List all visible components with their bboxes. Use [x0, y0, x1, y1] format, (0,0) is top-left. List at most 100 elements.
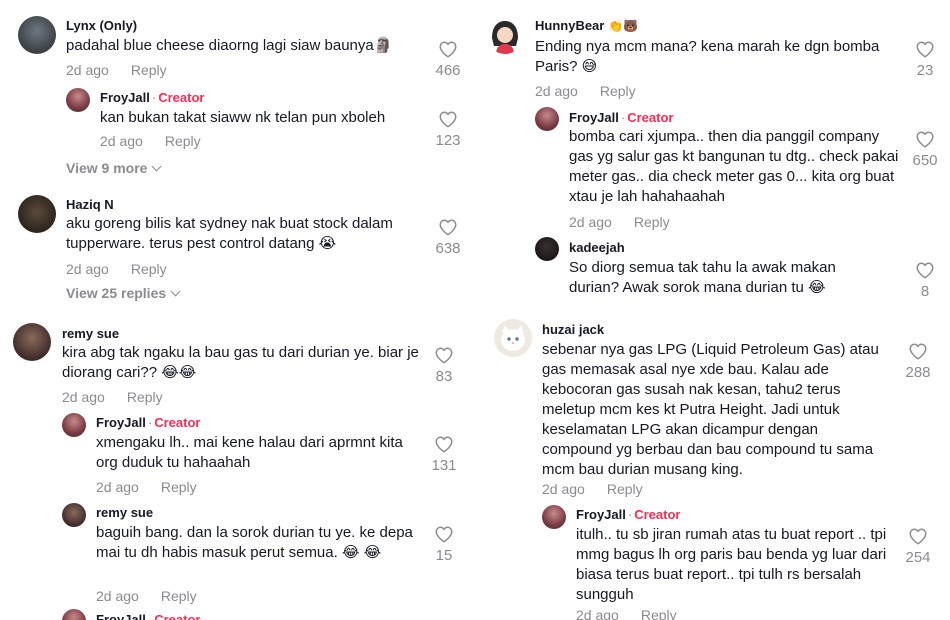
like-control[interactable]: 83: [424, 346, 464, 385]
reply-button[interactable]: Reply: [131, 62, 167, 78]
heart-icon[interactable]: [915, 261, 935, 279]
view-more-label[interactable]: View 25 replies: [66, 285, 166, 301]
heart-icon[interactable]: [908, 342, 928, 360]
reply-meta: 2d ago Reply: [96, 479, 197, 495]
like-control[interactable]: 638: [428, 218, 468, 257]
comment-username[interactable]: remy sue: [62, 326, 119, 341]
comment-author[interactable]: HunnyBear: [535, 18, 604, 33]
reply-button[interactable]: Reply: [634, 214, 670, 230]
like-control[interactable]: 15: [424, 525, 464, 564]
avatar[interactable]: [18, 195, 56, 233]
reply-button[interactable]: Reply: [600, 83, 636, 99]
avatar[interactable]: [62, 503, 86, 527]
comment-username[interactable]: HunnyBear 👏🐻: [535, 18, 638, 33]
reply-author[interactable]: FroyJall: [100, 90, 150, 105]
avatar[interactable]: [486, 16, 524, 54]
creator-badge: Creator: [158, 90, 205, 105]
reply-button[interactable]: Reply: [161, 479, 197, 495]
reply-author[interactable]: FroyJall: [576, 507, 626, 522]
like-count: 466: [435, 62, 461, 79]
chevron-down-icon: [170, 286, 181, 297]
comment-text: Ending nya mcm mana? kena marah ke dgn b…: [535, 38, 880, 75]
reply-text: xmengaku lh.. mai kene halau dari aprmnt…: [96, 434, 403, 471]
reply-author[interactable]: FroyJall: [96, 612, 146, 620]
reply-text: bomba cari xjumpa.. then dia panggil com…: [569, 128, 899, 205]
comment-meta: 2d ago Reply: [66, 261, 167, 277]
comment-username[interactable]: Haziq N: [66, 197, 114, 212]
avatar[interactable]: [542, 505, 566, 529]
comment-time: 2d ago: [62, 389, 105, 405]
like-control[interactable]: 131: [424, 435, 464, 474]
reply-username[interactable]: FroyJall · Creator: [96, 612, 200, 620]
reply-meta: 2d ago Reply: [100, 133, 201, 149]
comment-text: padahal blue cheese diaorng lagi siaw ba…: [66, 37, 393, 54]
reply-username[interactable]: FroyJall · Creator: [96, 415, 200, 430]
creator-badge: Creator: [634, 507, 681, 522]
avatar[interactable]: [18, 16, 56, 54]
reply-button[interactable]: Reply: [161, 588, 197, 604]
like-count: 638: [435, 240, 461, 257]
like-control[interactable]: 466: [428, 40, 468, 79]
reply-text: baguih bang. dan la sorok durian tu ye. …: [96, 524, 413, 561]
like-control[interactable]: 254: [898, 527, 938, 566]
heart-icon[interactable]: [915, 130, 935, 148]
like-count: 23: [916, 62, 934, 79]
heart-icon[interactable]: [434, 346, 454, 364]
reply-username[interactable]: FroyJall · Creator: [100, 90, 204, 105]
heart-icon[interactable]: [438, 40, 458, 58]
avatar[interactable]: [494, 319, 532, 357]
like-control[interactable]: 8: [905, 261, 945, 300]
reply-username[interactable]: FroyJall · Creator: [576, 507, 680, 522]
avatar[interactable]: [535, 237, 559, 261]
reply-username[interactable]: kadeejah: [569, 240, 625, 255]
reply-button[interactable]: Reply: [641, 607, 677, 620]
comment-username[interactable]: huzai jack: [542, 322, 604, 337]
left-comment-column: Lynx (Only) padahal blue cheese diaorng …: [0, 0, 478, 620]
creator-badge: Creator: [154, 612, 201, 620]
heart-icon[interactable]: [434, 525, 454, 543]
heart-icon[interactable]: [908, 527, 928, 545]
chevron-down-icon: [152, 161, 162, 172]
comment-meta: 2d ago Reply: [62, 389, 163, 405]
comment-meta: 2d ago Reply: [542, 481, 643, 497]
comment-username[interactable]: Lynx (Only): [66, 18, 137, 33]
heart-icon[interactable]: [438, 218, 458, 236]
comment-time: 2d ago: [66, 261, 109, 277]
creator-badge: Creator: [154, 415, 201, 430]
comment-time: 2d ago: [535, 83, 578, 99]
heart-icon[interactable]: [438, 110, 458, 128]
comment-lynx: Lynx (Only) padahal blue cheese diaorng …: [0, 0, 478, 80]
like-count: 288: [905, 364, 931, 381]
avatar[interactable]: [62, 609, 86, 620]
avatar[interactable]: [535, 107, 559, 131]
reply-button[interactable]: Reply: [131, 261, 167, 277]
avatar[interactable]: [66, 88, 90, 112]
comment-time: 2d ago: [542, 481, 585, 497]
creator-badge: Creator: [627, 110, 674, 125]
view-more-replies[interactable]: View 9 more: [66, 160, 162, 176]
comment-text: kira abg tak ngaku la bau gas tu dari du…: [62, 344, 419, 381]
reply-button[interactable]: Reply: [127, 389, 163, 405]
reply-text: So diorg semua tak tahu la awak makan du…: [569, 259, 836, 296]
heart-icon[interactable]: [434, 435, 454, 453]
like-count: 254: [905, 549, 931, 566]
like-control[interactable]: 288: [898, 342, 938, 381]
like-control[interactable]: 123: [428, 110, 468, 149]
heart-icon[interactable]: [915, 40, 935, 58]
reply-button[interactable]: Reply: [607, 481, 643, 497]
comment-time: 2d ago: [66, 62, 109, 78]
reply-button[interactable]: Reply: [165, 133, 201, 149]
avatar[interactable]: [13, 323, 51, 361]
reply-author[interactable]: FroyJall: [569, 110, 619, 125]
like-control[interactable]: 23: [905, 40, 945, 79]
like-control[interactable]: 650: [905, 130, 945, 169]
reply-author[interactable]: FroyJall: [96, 415, 146, 430]
reply-username[interactable]: remy sue: [96, 505, 153, 520]
like-count: 15: [435, 547, 453, 564]
view-more-replies[interactable]: View 25 replies: [66, 285, 181, 301]
view-more-label[interactable]: View 9 more: [66, 160, 147, 176]
reply-text: kan bukan takat siaww nk telan pun xbole…: [100, 109, 386, 126]
avatar[interactable]: [62, 413, 86, 437]
reply-username[interactable]: FroyJall · Creator: [569, 110, 673, 125]
avatar-illustration: [486, 16, 524, 54]
